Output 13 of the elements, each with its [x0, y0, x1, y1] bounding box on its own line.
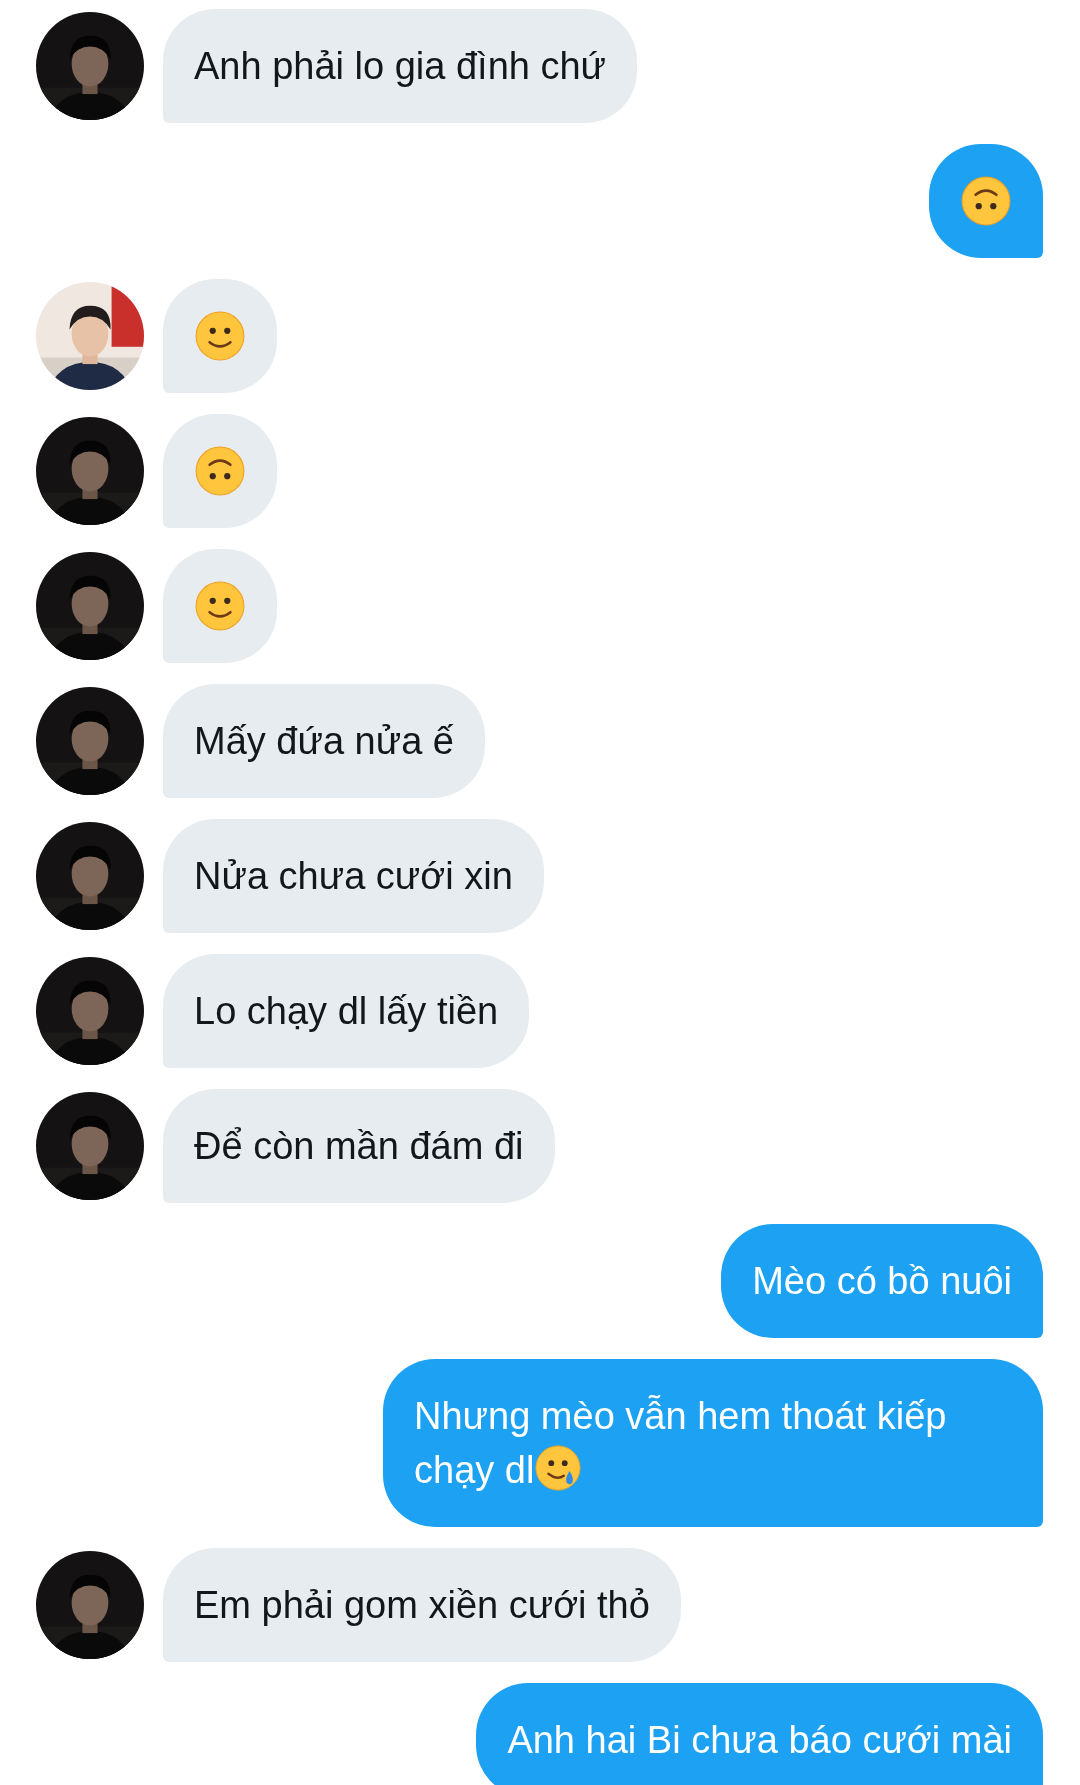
message-bubble: Anh hai Bi chưa báo cưới mài	[476, 1683, 1043, 1785]
message-bubble: Để còn mần đám đi	[163, 1089, 555, 1203]
upside-down-face-icon	[960, 175, 1012, 227]
message-bubble: Mấy đứa nửa ế	[163, 684, 485, 798]
message-bubble: Anh phải lo gia đình chứ	[163, 9, 638, 123]
message-bubble: Mèo có bồ nuôi	[721, 1224, 1043, 1338]
message-bubble: Em phải gom xiền cưới thỏ	[163, 1548, 681, 1662]
message-bubble: Nửa chưa cưới xin	[163, 819, 544, 933]
message-bubble: Nhưng mèo vẫn hem thoát kiếp chạy dl	[383, 1359, 1043, 1527]
upside-down-face-icon	[194, 445, 246, 497]
smiling-face-icon	[194, 580, 246, 632]
message-bubble: Lo chạy dl lấy tiền	[163, 954, 530, 1068]
smiling-face-icon	[194, 310, 246, 362]
